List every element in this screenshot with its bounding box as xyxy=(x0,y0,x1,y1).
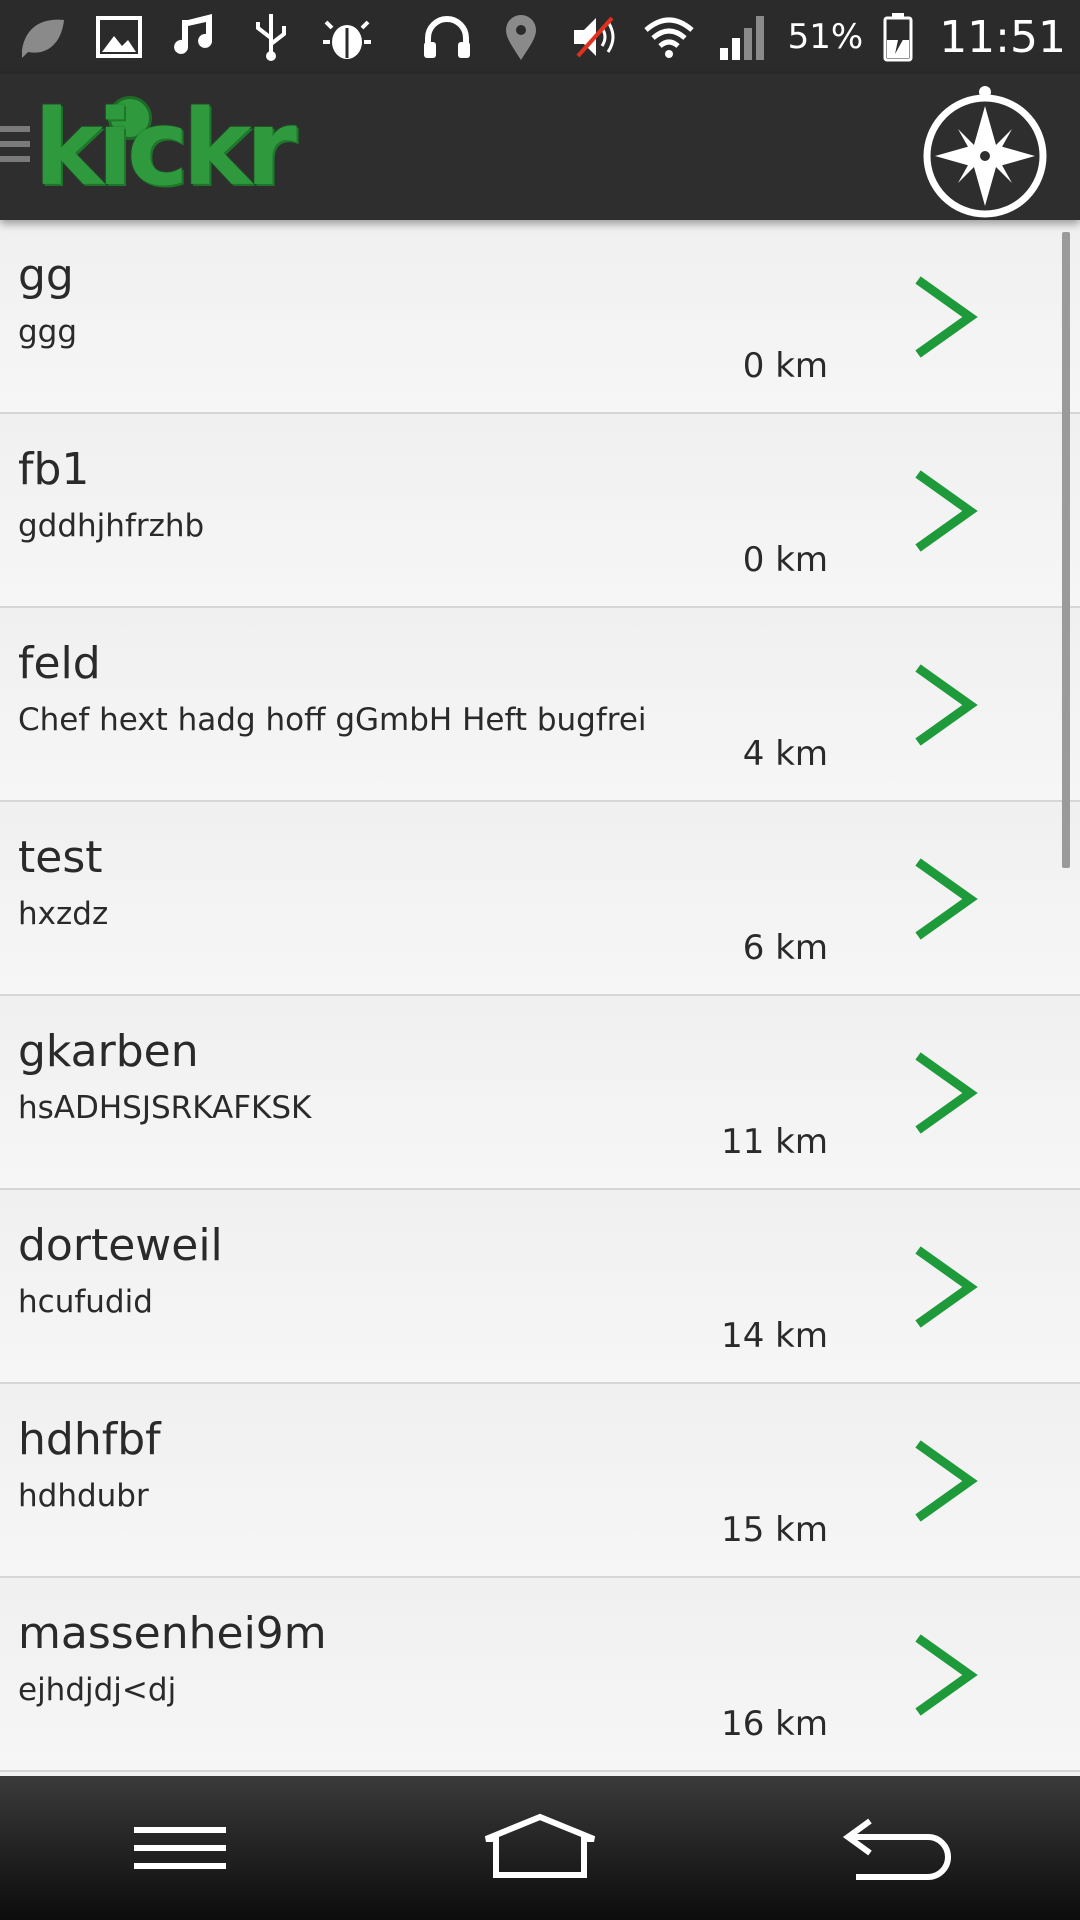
compass-icon xyxy=(923,86,1047,218)
item-distance: 16 km xyxy=(721,1704,828,1744)
headphones-icon xyxy=(420,10,474,64)
chevron-right-icon[interactable] xyxy=(912,1052,978,1134)
list-item[interactable]: feld Chef hext hadg hoff gGmbH Heft bugf… xyxy=(0,608,1080,802)
mute-icon xyxy=(568,10,622,64)
menu-icon xyxy=(134,1827,226,1869)
music-icon xyxy=(168,10,222,64)
system-nav-bar xyxy=(0,1776,1080,1920)
item-subtitle: Chef hext hadg hoff gGmbH Heft bugfrei xyxy=(18,702,647,738)
item-title: test xyxy=(18,832,103,883)
list-item[interactable]: test hxzdz 6 km xyxy=(0,802,1080,996)
usb-icon xyxy=(244,10,298,64)
item-subtitle: ejhdjdj<dj xyxy=(18,1672,177,1708)
battery-percent: 51% xyxy=(787,17,864,57)
list-item[interactable]: hdhfbf hdhdubr 15 km xyxy=(0,1384,1080,1578)
chevron-right-icon[interactable] xyxy=(912,664,978,746)
list-item[interactable]: gg ggg 0 km xyxy=(0,220,1080,414)
item-distance: 0 km xyxy=(742,346,828,386)
list-item[interactable]: fb1 gddhjhfrzhb 0 km xyxy=(0,414,1080,608)
item-distance: 11 km xyxy=(721,1122,828,1162)
image-icon xyxy=(92,10,146,64)
chevron-right-icon[interactable] xyxy=(912,470,978,552)
chevron-right-icon[interactable] xyxy=(912,1634,978,1716)
bug-icon xyxy=(320,10,374,64)
item-title: fb1 xyxy=(18,444,90,495)
home-icon xyxy=(484,1813,596,1878)
back-icon xyxy=(842,1818,951,1880)
chevron-right-icon[interactable] xyxy=(912,1246,978,1328)
status-right-icons: 51% 11:51 xyxy=(400,10,1066,64)
leaf-icon xyxy=(16,10,70,64)
drawer-toggle-icon[interactable] xyxy=(0,126,30,170)
item-subtitle: hcufudid xyxy=(18,1284,153,1320)
compass-button[interactable] xyxy=(920,82,1050,220)
clock: 11:51 xyxy=(939,11,1066,63)
list-item[interactable]: dorteweil hcufudid 14 km xyxy=(0,1190,1080,1384)
status-left-icons xyxy=(16,10,396,64)
home-button[interactable] xyxy=(470,1798,610,1898)
chevron-right-icon[interactable] xyxy=(912,276,978,358)
item-title: dorteweil xyxy=(18,1220,223,1271)
location-list[interactable]: gg ggg 0 km fb1 gddhjhfrzhb 0 km feld Ch… xyxy=(0,220,1080,1776)
item-distance: 4 km xyxy=(742,734,828,774)
chevron-right-icon[interactable] xyxy=(912,1440,978,1522)
item-title: hdhfbf xyxy=(18,1414,161,1465)
app-bar: kickr xyxy=(0,74,1080,220)
item-subtitle: hsADHSJSRKAFKSK xyxy=(18,1090,312,1126)
menu-button[interactable] xyxy=(110,1798,250,1898)
wifi-icon xyxy=(642,10,696,64)
signal-icon xyxy=(716,10,770,64)
location-icon xyxy=(494,10,548,64)
list-item[interactable]: gkarben hsADHSJSRKAFKSK 11 km xyxy=(0,996,1080,1190)
item-title: gkarben xyxy=(18,1026,199,1077)
item-subtitle: gddhjhfrzhb xyxy=(18,508,205,544)
list-item[interactable]: massenhei9m ejhdjdj<dj 16 km xyxy=(0,1578,1080,1772)
item-subtitle: hdhdubr xyxy=(18,1478,149,1514)
list-scrollbar[interactable] xyxy=(1062,232,1070,868)
item-distance: 0 km xyxy=(742,540,828,580)
item-title: gg xyxy=(18,250,74,301)
item-distance: 14 km xyxy=(721,1316,828,1356)
chevron-right-icon[interactable] xyxy=(912,858,978,940)
battery-charging-icon xyxy=(871,10,925,64)
back-button[interactable] xyxy=(830,1798,970,1898)
status-bar: 51% 11:51 xyxy=(0,0,1080,74)
item-title: massenhei9m xyxy=(18,1608,327,1659)
item-distance: 15 km xyxy=(721,1510,828,1550)
item-subtitle: hxzdz xyxy=(18,896,109,932)
app-logo[interactable]: kickr xyxy=(34,96,297,200)
item-distance: 6 km xyxy=(742,928,828,968)
item-title: feld xyxy=(18,638,101,689)
item-subtitle: ggg xyxy=(18,314,78,350)
